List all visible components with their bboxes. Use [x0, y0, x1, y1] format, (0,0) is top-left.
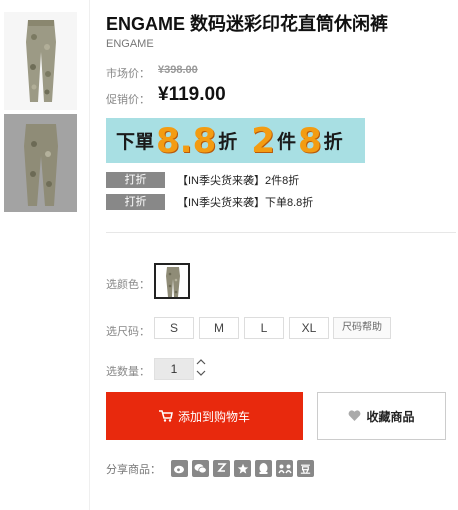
color-swatch-selected[interactable]: [154, 263, 190, 299]
promotion-row: 打折 【IN季尖货来袭】下单8.8折: [106, 194, 313, 210]
banner-discount-2: 8: [297, 120, 322, 161]
banner-discount-1: 8.8: [156, 120, 217, 161]
favorite-label: 收藏商品: [366, 409, 415, 424]
market-price: ¥398.00: [158, 64, 198, 76]
add-to-cart-button[interactable]: 添加到购物车: [106, 392, 303, 440]
size-option-l[interactable]: L: [244, 317, 284, 339]
qzone-icon[interactable]: [213, 460, 230, 477]
promotion-text: 【IN季尖货来袭】下单8.8折: [177, 197, 314, 209]
section-divider: [106, 232, 456, 233]
product-title: ENGAME 数码迷彩印花直筒休闲裤: [106, 14, 389, 34]
favorite-button[interactable]: 收藏商品: [317, 392, 446, 440]
size-option-m[interactable]: M: [199, 317, 239, 339]
promotion-row: 打折 【IN季尖货来袭】2件8折: [106, 172, 299, 188]
promotion-banner: 下單 8.8 折 2 件 8 折: [106, 118, 365, 163]
promotion-tag: 打折: [106, 172, 165, 188]
renren-icon[interactable]: [276, 460, 293, 477]
qq-icon[interactable]: [255, 460, 272, 477]
banner-count: 2: [251, 120, 275, 161]
quantity-increase-button[interactable]: [194, 358, 208, 369]
star-icon[interactable]: [234, 460, 251, 477]
wechat-icon[interactable]: [192, 460, 209, 477]
banner-text-4: 折: [323, 132, 343, 153]
chevron-down-icon: [196, 370, 206, 376]
promotion-tag: 打折: [106, 194, 165, 210]
chevron-up-icon: [196, 359, 206, 365]
banner-text-1: 下單: [116, 132, 155, 153]
add-to-cart-label: 添加到购物车: [177, 409, 250, 424]
banner-text-2: 折: [218, 132, 238, 153]
share-label: 分享商品：: [106, 464, 161, 476]
size-help-button[interactable]: 尺码帮助: [333, 317, 391, 339]
quantity-input[interactable]: 1: [154, 358, 194, 380]
promo-price-label: 促销价：: [106, 94, 150, 106]
product-thumbnail-1[interactable]: [4, 12, 77, 110]
color-label: 选颜色：: [106, 279, 150, 291]
douban-icon-text: 豆: [300, 465, 311, 476]
size-option-xl[interactable]: XL: [289, 317, 329, 339]
promo-price: ¥119.00: [158, 84, 226, 105]
size-label: 选尺码：: [106, 326, 150, 338]
weibo-icon[interactable]: [171, 460, 188, 477]
cart-icon: [158, 410, 173, 422]
market-price-label: 市场价：: [106, 68, 150, 80]
thumbnail-divider: [89, 0, 90, 510]
heart-icon: [348, 410, 361, 422]
product-thumbnail-2[interactable]: [4, 114, 77, 212]
promotion-text: 【IN季尖货来袭】2件8折: [177, 175, 300, 187]
quantity-decrease-button[interactable]: [194, 369, 208, 380]
product-brand: ENGAME: [106, 38, 154, 50]
size-option-s[interactable]: S: [154, 317, 194, 339]
quantity-label: 选数量：: [106, 366, 150, 378]
banner-text-3: 件: [276, 132, 296, 153]
douban-icon[interactable]: 豆: [297, 460, 314, 477]
